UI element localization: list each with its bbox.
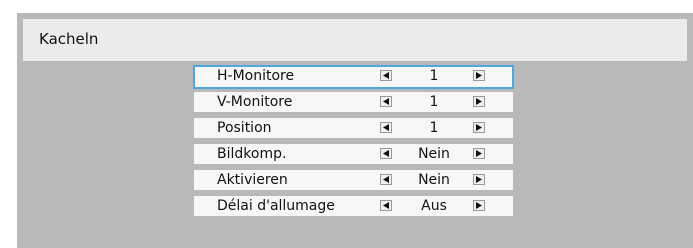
arrow-right-icon[interactable]	[473, 122, 485, 133]
menu-row-aktivieren[interactable]: Aktivieren Nein	[194, 170, 513, 190]
menu-row-value: Nein	[418, 172, 450, 188]
menu-row-h-monitore[interactable]: H-Monitore 1	[193, 65, 514, 89]
menu-row-v-monitore[interactable]: V-Monitore 1	[194, 92, 513, 112]
menu-row-delai-allumage[interactable]: Délai d'allumage Aus	[194, 196, 513, 216]
menu-row-value: Aus	[421, 198, 447, 214]
arrow-right-icon[interactable]	[473, 70, 485, 81]
arrow-right-icon[interactable]	[473, 148, 485, 159]
menu-row-label: V-Monitore	[217, 94, 293, 110]
arrow-right-icon[interactable]	[473, 96, 485, 107]
arrow-left-icon[interactable]	[380, 70, 392, 81]
arrow-left-icon[interactable]	[380, 174, 392, 185]
tiling-dialog: Kacheln H-Monitore 1 V-Monitore 1 Positi…	[17, 13, 693, 248]
dialog-title: Kacheln	[39, 30, 99, 48]
arrow-left-icon[interactable]	[380, 122, 392, 133]
menu-row-label: Délai d'allumage	[217, 198, 335, 214]
arrow-left-icon[interactable]	[380, 200, 392, 211]
menu-row-value: 1	[429, 94, 439, 110]
arrow-right-icon[interactable]	[473, 174, 485, 185]
menu-row-bildkomp[interactable]: Bildkomp. Nein	[194, 144, 513, 164]
arrow-left-icon[interactable]	[380, 96, 392, 107]
menu-row-value: Nein	[418, 146, 450, 162]
menu-row-label: Position	[217, 120, 272, 136]
menu-row-value: 1	[429, 120, 439, 136]
menu-row-label: H-Monitore	[217, 68, 295, 84]
dialog-title-bar: Kacheln	[23, 19, 687, 61]
menu-row-label: Bildkomp.	[217, 146, 287, 162]
menu-row-value: 1	[429, 68, 439, 84]
arrow-right-icon[interactable]	[473, 200, 485, 211]
menu-row-position[interactable]: Position 1	[194, 118, 513, 138]
menu-row-label: Aktivieren	[217, 172, 288, 188]
arrow-left-icon[interactable]	[380, 148, 392, 159]
